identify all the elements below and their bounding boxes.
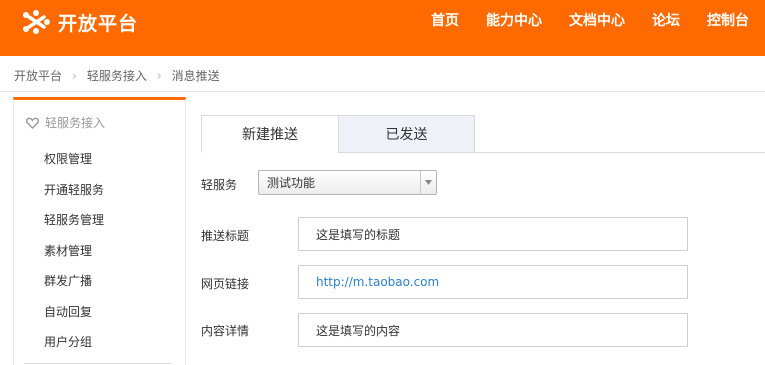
sidebar-item-broadcast[interactable]: 群发广播: [44, 272, 92, 289]
chevron-right-icon: ›: [72, 68, 77, 83]
sidebar-item-permissions[interactable]: 权限管理: [44, 150, 92, 167]
title-input[interactable]: 这是填写的标题: [298, 217, 688, 251]
sidebar-item-activate-service[interactable]: 开通轻服务: [44, 181, 104, 198]
nav-home[interactable]: 首页: [431, 10, 459, 30]
link-label: 网页链接: [201, 277, 250, 291]
logo[interactable]: 开放平台: [20, 8, 138, 36]
sidebar-item-auto-reply[interactable]: 自动回复: [44, 303, 92, 320]
service-select-value: 测试功能: [267, 176, 316, 190]
tab-sent[interactable]: 已发送: [338, 115, 475, 153]
breadcrumb-light-service[interactable]: 轻服务接入: [87, 67, 147, 84]
nav-forum[interactable]: 论坛: [652, 10, 680, 30]
sidebar-heading-label: 轻服务接入: [45, 116, 106, 130]
nav-console[interactable]: 控制台: [707, 10, 749, 30]
logo-icon: [23, 10, 50, 34]
chevron-down-icon: [420, 171, 436, 194]
top-header: 开放平台 首页 能力中心 文档中心 论坛 控制台: [0, 0, 765, 56]
link-input[interactable]: http://m.taobao.com: [298, 265, 688, 299]
sidebar-divider: [24, 363, 172, 364]
chevron-right-icon: ›: [156, 68, 162, 83]
sidebar-item-materials[interactable]: 素材管理: [44, 242, 92, 259]
breadcrumb-divider: [0, 91, 765, 92]
sidebar-item-user-groups[interactable]: 用户分组: [44, 333, 92, 350]
sidebar-item-service-management[interactable]: 轻服务管理: [44, 211, 104, 228]
content-input[interactable]: 这是填写的内容: [298, 313, 688, 347]
logo-text: 开放平台: [58, 12, 139, 35]
content-label: 内容详情: [201, 324, 250, 338]
service-label: 轻服务: [201, 178, 238, 192]
breadcrumb-open-platform[interactable]: 开放平台: [14, 67, 62, 84]
breadcrumb: 开放平台 › 轻服务接入 › 消息推送: [14, 67, 220, 84]
sidebar: 轻服务接入 权限管理 开通轻服务 轻服务管理 素材管理 群发广播 自动回复 用户…: [13, 97, 186, 365]
sidebar-heading[interactable]: 轻服务接入: [26, 114, 105, 131]
heart-icon: [26, 117, 39, 129]
main-nav: 首页 能力中心 文档中心 论坛 控制台: [431, 0, 765, 40]
nav-capability-center[interactable]: 能力中心: [486, 10, 542, 30]
service-select[interactable]: 测试功能: [258, 170, 437, 195]
breadcrumb-message-push: 消息推送: [171, 69, 220, 83]
nav-docs-center[interactable]: 文档中心: [569, 10, 625, 30]
tab-new-push[interactable]: 新建推送: [201, 115, 339, 153]
title-label: 推送标题: [201, 229, 250, 243]
